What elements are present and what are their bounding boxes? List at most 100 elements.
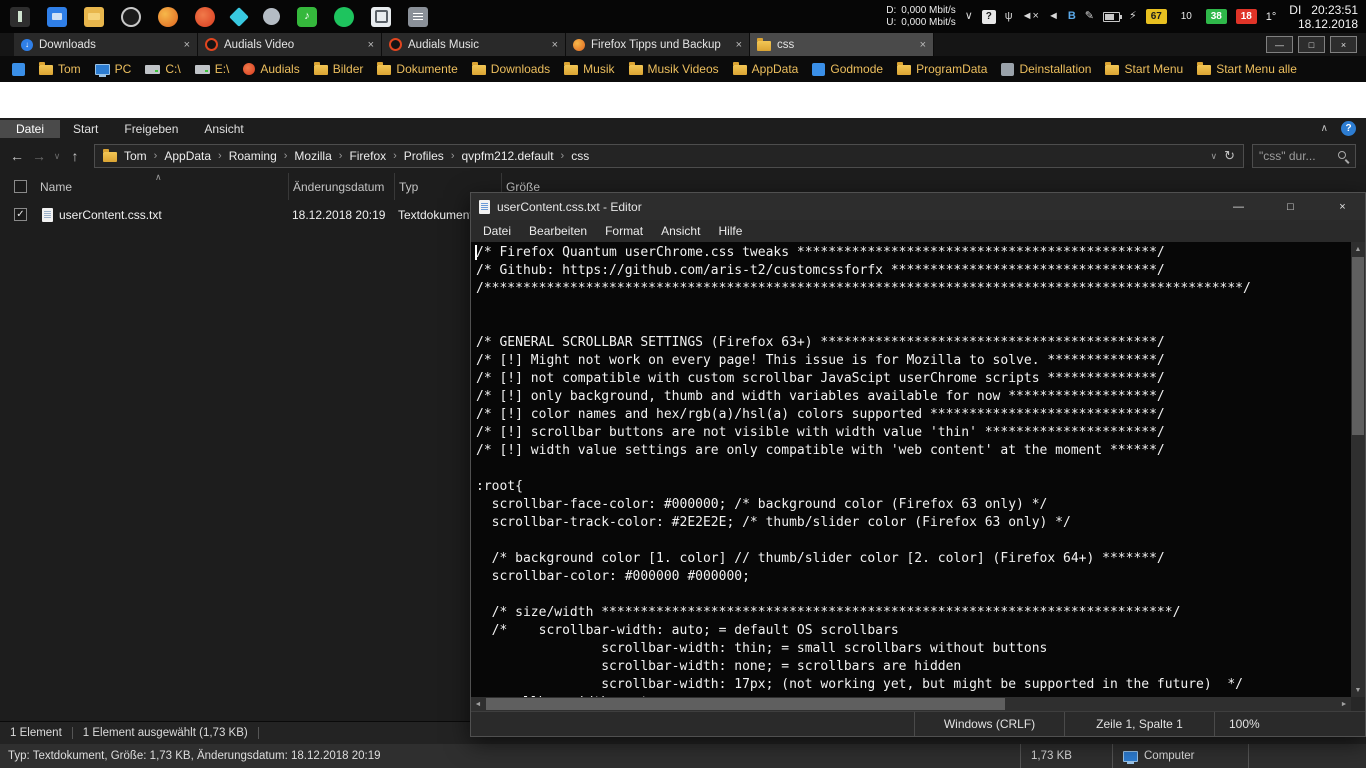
breadcrumb-firefox[interactable]: Firefox xyxy=(349,149,386,163)
horizontal-scrollbar[interactable]: ◄ ► xyxy=(471,697,1365,711)
tab-close-icon[interactable]: × xyxy=(552,39,558,51)
temperature-indicator[interactable]: 1° xyxy=(1266,11,1277,23)
column-header-name[interactable]: Name xyxy=(36,173,288,200)
settings-app-icon[interactable] xyxy=(263,8,280,25)
bookmark-pc[interactable]: PC xyxy=(89,62,138,76)
battery-icon[interactable] xyxy=(1103,12,1120,22)
itunes-icon[interactable]: ♪ xyxy=(297,7,317,27)
notepad-app-icon[interactable] xyxy=(408,7,428,27)
bookmark-musik-videos[interactable]: Musik Videos xyxy=(623,62,725,76)
menu-freigeben[interactable]: Freigeben xyxy=(111,120,191,138)
pen-icon[interactable]: ✎ xyxy=(1085,11,1094,22)
clock[interactable]: DI 20:23:51 18.12.2018 xyxy=(1285,3,1358,31)
help-tray-icon[interactable]: ? xyxy=(982,10,996,24)
select-all-checkbox[interactable] xyxy=(14,180,27,193)
bookmark-appdata[interactable]: AppData xyxy=(727,62,805,76)
menu-ansicht[interactable]: Ansicht xyxy=(191,120,256,138)
minimize-button[interactable]: — xyxy=(1216,193,1261,220)
bookmark-start-menu-alle[interactable]: Start Menu alle xyxy=(1191,62,1303,76)
search-box[interactable]: "css" dur... xyxy=(1252,144,1356,168)
menu-format[interactable]: Format xyxy=(596,224,652,238)
menu-start[interactable]: Start xyxy=(60,120,111,138)
bookmark-audials[interactable]: Audials xyxy=(237,62,305,76)
bookmark-tom[interactable]: Tom xyxy=(33,62,87,76)
badge-plain[interactable]: 10 xyxy=(1176,9,1197,24)
folder-icon[interactable] xyxy=(84,7,104,27)
bookmark-c-drive[interactable]: C:\ xyxy=(139,62,186,76)
ribbon-collapse-icon[interactable]: ∧ xyxy=(1321,123,1328,134)
menu-ansicht[interactable]: Ansicht xyxy=(652,224,709,238)
column-header-modified[interactable]: Änderungsdatum xyxy=(288,173,394,200)
tray-expand-icon[interactable]: ∨ xyxy=(965,11,973,22)
spotify-icon[interactable] xyxy=(334,7,354,27)
scroll-up-icon[interactable]: ▲ xyxy=(1351,242,1365,256)
minimize-button[interactable]: — xyxy=(1266,36,1293,53)
command-app-icon[interactable] xyxy=(371,7,391,27)
back-button[interactable]: ← xyxy=(6,148,28,164)
bookmark-e-drive[interactable]: E:\ xyxy=(189,62,236,76)
bookmark-speeddial[interactable] xyxy=(6,63,31,76)
volume-muted-icon[interactable]: ◄× xyxy=(1022,11,1039,22)
file-checkbox[interactable]: ✓ xyxy=(14,208,27,221)
notepad-titlebar[interactable]: userContent.css.txt - Editor — □ × xyxy=(471,193,1365,220)
explorer-icon[interactable] xyxy=(47,7,67,27)
scroll-left-icon[interactable]: ◄ xyxy=(471,697,485,711)
menu-datei[interactable]: Datei xyxy=(0,120,60,138)
tab-close-icon[interactable]: × xyxy=(368,39,374,51)
bookmark-programdata[interactable]: ProgramData xyxy=(891,62,993,76)
restore-button[interactable]: □ xyxy=(1298,36,1325,53)
menu-bearbeiten[interactable]: Bearbeiten xyxy=(520,224,596,238)
close-button[interactable]: × xyxy=(1320,193,1365,220)
badge-yellow[interactable]: 67 xyxy=(1146,9,1167,24)
gem-app-icon[interactable] xyxy=(229,7,249,27)
breadcrumb-appdata[interactable]: AppData xyxy=(164,149,211,163)
forward-button[interactable]: → xyxy=(28,148,50,164)
firefox-icon[interactable] xyxy=(158,7,178,27)
badge-green[interactable]: 38 xyxy=(1206,9,1227,24)
up-button[interactable]: ↑ xyxy=(64,148,86,164)
vertical-scrollbar[interactable]: ▲ ▼ xyxy=(1351,242,1365,697)
breadcrumb-roaming[interactable]: Roaming xyxy=(229,149,277,163)
tab-close-icon[interactable]: × xyxy=(184,39,190,51)
bookmark-bilder[interactable]: Bilder xyxy=(308,62,370,76)
breadcrumb-tom[interactable]: Tom xyxy=(124,149,147,163)
tab-css-active[interactable]: css × xyxy=(750,33,934,56)
scroll-down-icon[interactable]: ▼ xyxy=(1351,683,1365,697)
menu-datei[interactable]: Datei xyxy=(474,224,520,238)
history-dropdown-icon[interactable]: ∨ xyxy=(50,151,64,162)
menu-hilfe[interactable]: Hilfe xyxy=(709,224,751,238)
address-dropdown-icon[interactable]: ∨ xyxy=(1211,151,1218,162)
tab-downloads[interactable]: ↓ Downloads × xyxy=(14,33,198,56)
horizontal-scrollbar-thumb[interactable] xyxy=(486,698,1005,710)
bookmark-dokumente[interactable]: Dokumente xyxy=(371,62,463,76)
file-name-cell[interactable]: userContent.css.txt xyxy=(36,200,288,229)
tab-audials-music[interactable]: Audials Music × xyxy=(382,33,566,56)
address-bar[interactable]: Tom › AppData › Roaming › Mozilla › Fire… xyxy=(94,144,1244,168)
audials-icon[interactable] xyxy=(195,7,215,27)
wireless-icon[interactable]: ψ xyxy=(1005,11,1013,22)
bookmark-deinstallation[interactable]: Deinstallation xyxy=(995,62,1097,76)
launcher-icon[interactable] xyxy=(10,7,30,27)
tab-close-icon[interactable]: × xyxy=(736,39,742,51)
tab-audials-video[interactable]: Audials Video × xyxy=(198,33,382,56)
breadcrumb-profile-folder[interactable]: qvpfm212.default xyxy=(461,149,553,163)
bookmark-downloads[interactable]: Downloads xyxy=(466,62,556,76)
search-input[interactable]: "css" dur... xyxy=(1259,149,1333,163)
close-button[interactable]: × xyxy=(1330,36,1357,53)
bookmark-start-menu[interactable]: Start Menu xyxy=(1099,62,1189,76)
power-plug-icon[interactable]: ⚡ xyxy=(1129,11,1137,22)
sort-ascending-icon[interactable]: ∧ xyxy=(155,172,162,183)
breadcrumb-css[interactable]: css xyxy=(571,149,589,163)
maximize-button[interactable]: □ xyxy=(1268,193,1313,220)
help-icon[interactable]: ? xyxy=(1341,121,1356,136)
breadcrumb-profiles[interactable]: Profiles xyxy=(404,149,444,163)
clock-app-icon[interactable] xyxy=(121,7,141,27)
breadcrumb-mozilla[interactable]: Mozilla xyxy=(294,149,331,163)
vertical-scrollbar-thumb[interactable] xyxy=(1352,257,1364,435)
bookmark-musik[interactable]: Musik xyxy=(558,62,620,76)
editor-text[interactable]: /* Firefox Quantum userChrome.css tweaks… xyxy=(471,242,1351,697)
refresh-icon[interactable]: ↻ xyxy=(1224,148,1235,164)
bluetooth-icon[interactable]: B xyxy=(1068,11,1076,22)
tab-firefox-tipps[interactable]: Firefox Tipps und Backup × xyxy=(566,33,750,56)
bookmark-godmode[interactable]: Godmode xyxy=(806,62,889,76)
